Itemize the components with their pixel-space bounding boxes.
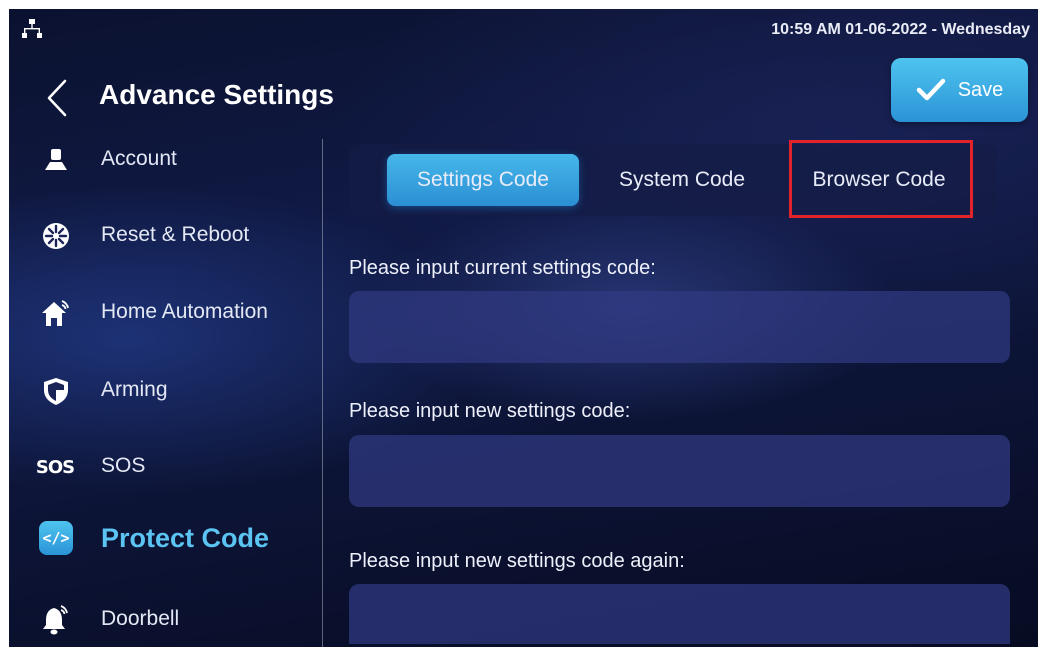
account-icon: [39, 143, 73, 177]
status-datetime: 10:59 AM 01-06-2022 - Wednesday: [771, 21, 1030, 38]
sidebar-divider: [322, 139, 323, 647]
check-icon: [916, 78, 945, 101]
shield-icon: [39, 374, 73, 408]
chevron-left-icon: [47, 79, 67, 117]
tab-settings-code[interactable]: Settings Code: [387, 154, 579, 206]
sidebar-item-doorbell[interactable]: Doorbell: [9, 595, 321, 647]
current-code-input[interactable]: [349, 291, 1010, 363]
current-code-label: Please input current settings code:: [349, 257, 656, 279]
confirm-code-input[interactable]: [349, 584, 1010, 644]
sidebar-item-home-automation[interactable]: Home Automation: [9, 288, 321, 344]
page-title: Advance Settings: [99, 79, 334, 110]
new-code-label: Please input new settings code:: [349, 400, 631, 422]
sidebar-item-label: Reset & Reboot: [101, 223, 250, 246]
tab-system-code[interactable]: System Code: [597, 154, 767, 206]
sos-icon-text: SOS: [35, 456, 75, 478]
device-screen: 10:59 AM 01-06-2022 - Wednesday Advance …: [9, 9, 1038, 647]
sidebar-item-label: Account: [101, 147, 177, 170]
sidebar-item-reset-reboot[interactable]: Reset & Reboot: [9, 211, 321, 267]
reset-icon: [39, 219, 73, 253]
sidebar-item-sos[interactable]: SOS SOS: [9, 442, 321, 498]
sidebar-item-arming[interactable]: Arming: [9, 366, 321, 422]
sidebar: Account Reset & Reboot Home Automation A…: [9, 129, 321, 647]
sidebar-item-account[interactable]: Account: [9, 135, 321, 191]
code-icon-text: </>: [42, 529, 70, 547]
sidebar-item-label: Home Automation: [101, 300, 268, 323]
save-button-label: Save: [957, 78, 1004, 101]
sidebar-item-label: Doorbell: [101, 607, 180, 630]
highlight-box: [789, 140, 973, 218]
sidebar-item-label: SOS: [101, 454, 146, 477]
back-button[interactable]: [41, 75, 75, 121]
sidebar-item-protect-code[interactable]: </> Protect Code: [9, 515, 321, 571]
code-icon: </>: [39, 521, 73, 555]
new-code-input[interactable]: [349, 435, 1010, 507]
home-automation-icon: [39, 296, 73, 330]
sidebar-item-label: Arming: [101, 378, 168, 401]
network-icon: [21, 19, 43, 39]
confirm-code-label: Please input new settings code again:: [349, 550, 685, 572]
bell-icon: [39, 603, 73, 637]
save-button[interactable]: Save: [891, 58, 1028, 122]
sidebar-item-label: Protect Code: [101, 523, 270, 553]
sos-icon: SOS: [33, 450, 77, 484]
